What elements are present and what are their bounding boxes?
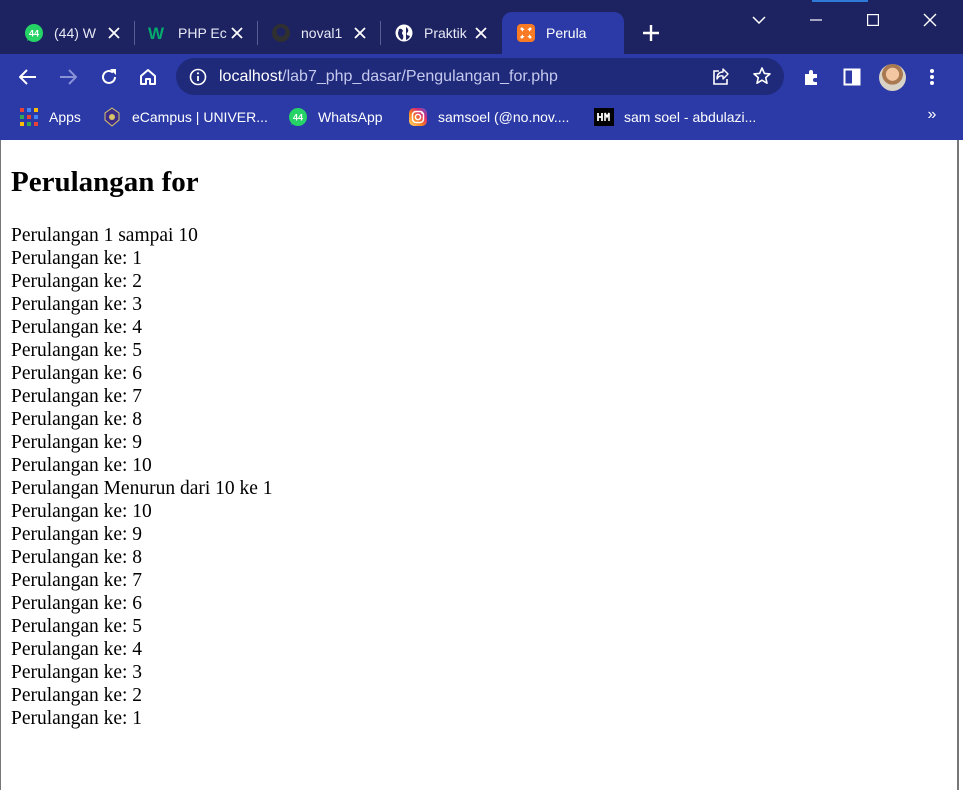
tab-title: Perula [546, 25, 587, 41]
tab-perulangan[interactable]: Perula [502, 12, 624, 54]
output-line: Perulangan ke: 8 [11, 547, 143, 568]
output-line: Perulangan ke: 4 [11, 639, 143, 660]
output-line: Perulangan ke: 3 [11, 294, 143, 315]
output-line: Perulangan ke: 2 [11, 685, 143, 706]
tab-strip: 44 (44) W W PHP Ec noval1 Praktik Perula [0, 0, 963, 54]
output-line: Perulangan ke: 10 [11, 501, 152, 522]
side-panel-icon [843, 68, 861, 86]
output-line: Perulangan ke: 5 [11, 340, 143, 361]
output-line: Perulangan ke: 9 [11, 432, 143, 453]
bookmark-label: sam soel - abdulazi... [624, 109, 757, 125]
bookmarks-bar: Apps eCampus | UNIVER... 44 WhatsApp sam… [0, 99, 963, 140]
tab-title: Praktik [424, 25, 467, 41]
whatsapp-icon: 44 [24, 23, 44, 43]
whatsapp-badge: 44 [29, 29, 39, 39]
tab-github[interactable]: noval1 [258, 12, 380, 54]
bookmark-label: Apps [49, 109, 81, 125]
forward-button[interactable] [53, 62, 83, 92]
bookmark-label: eCampus | UNIVER... [132, 109, 268, 125]
svg-text:W: W [148, 24, 165, 43]
whatsapp-badge: 44 [293, 113, 303, 123]
minimize-button[interactable] [788, 0, 844, 40]
home-button[interactable] [133, 62, 163, 92]
close-window-button[interactable] [902, 0, 958, 40]
new-tab-button[interactable] [638, 20, 664, 46]
menu-button[interactable] [917, 62, 947, 92]
github-icon [271, 23, 291, 43]
bookmark-label: WhatsApp [318, 109, 383, 125]
side-panel-button[interactable] [837, 62, 867, 92]
output-line: Perulangan Menurun dari 10 ke 1 [11, 478, 273, 499]
output-line: Perulangan ke: 5 [11, 616, 143, 637]
bookmarks-overflow-button[interactable]: » [922, 106, 942, 126]
apps-grid-icon [19, 107, 39, 127]
output-line: Perulangan ke: 7 [11, 570, 143, 591]
output-line: Perulangan ke: 3 [11, 662, 143, 683]
close-tab-icon[interactable] [471, 23, 491, 43]
tab-title: (44) W [54, 25, 96, 41]
url-text[interactable]: localhost/lab7_php_dasar/Pengulangan_for… [219, 68, 558, 86]
output-line: Perulangan ke: 7 [11, 386, 143, 407]
address-bar[interactable]: localhost/lab7_php_dasar/Pengulangan_for… [176, 58, 784, 95]
hackmd-icon [594, 107, 614, 127]
extensions-button[interactable] [797, 62, 827, 92]
whatsapp-icon: 44 [288, 107, 308, 127]
globe-icon [394, 23, 414, 43]
back-button[interactable] [13, 62, 43, 92]
output-line: Perulangan ke: 9 [11, 524, 143, 545]
instagram-icon [408, 107, 428, 127]
output-line: Perulangan ke: 4 [11, 317, 143, 338]
kebab-menu-icon [930, 69, 934, 85]
output-line: Perulangan ke: 2 [11, 271, 143, 292]
output-line: Perulangan ke: 6 [11, 363, 143, 384]
info-icon[interactable] [188, 67, 208, 87]
output-line: Perulangan ke: 1 [11, 708, 143, 729]
bookmark-apps[interactable]: Apps [19, 106, 81, 128]
browser-toolbar: localhost/lab7_php_dasar/Pengulangan_for… [0, 54, 963, 99]
output-line: Perulangan ke: 6 [11, 593, 143, 614]
bookmark-whatsapp[interactable]: 44 WhatsApp [288, 106, 383, 128]
university-icon [102, 107, 122, 127]
page-content: Perulangan for Perulangan 1 sampai 10 Per… [0, 140, 959, 790]
maximize-button[interactable] [845, 0, 901, 40]
tab-search-button[interactable] [731, 0, 787, 40]
bookmark-hackmd[interactable]: sam soel - abdulazi... [594, 106, 756, 128]
close-tab-icon[interactable] [350, 23, 370, 43]
output-line: Perulangan ke: 10 [11, 455, 152, 476]
puzzle-icon [805, 70, 817, 85]
tab-whatsapp[interactable]: 44 (44) W [0, 12, 134, 54]
bookmark-star-icon[interactable] [752, 66, 772, 86]
profile-avatar[interactable] [879, 64, 906, 91]
tab-title: noval1 [301, 25, 343, 41]
output-lines: Perulangan 1 sampai 10 Perulangan ke: 1 Pe… [11, 224, 273, 730]
page-title: Perulangan for [11, 166, 199, 198]
bookmark-label: samsoel (@no.nov.... [438, 109, 570, 125]
close-tab-icon[interactable] [104, 23, 124, 43]
tab-praktikum[interactable]: Praktik [381, 12, 501, 54]
bookmark-ecampus[interactable]: eCampus | UNIVER... [102, 106, 268, 128]
reload-button[interactable] [94, 62, 124, 92]
output-line: Perulangan ke: 8 [11, 409, 143, 430]
xampp-icon [516, 23, 536, 43]
output-line: Perulangan 1 sampai 10 [11, 225, 198, 246]
close-tab-icon[interactable] [227, 23, 247, 43]
tab-title: PHP Ec [178, 25, 227, 41]
w3-icon: W [148, 23, 168, 43]
tab-php-echo[interactable]: W PHP Ec [135, 12, 257, 54]
share-icon[interactable] [711, 67, 731, 87]
url-path: /lab7_php_dasar/Pengulangan_for.php [282, 68, 558, 85]
url-host: localhost [219, 68, 283, 85]
bookmark-instagram[interactable]: samsoel (@no.nov.... [408, 106, 569, 128]
output-line: Perulangan ke: 1 [11, 248, 143, 269]
